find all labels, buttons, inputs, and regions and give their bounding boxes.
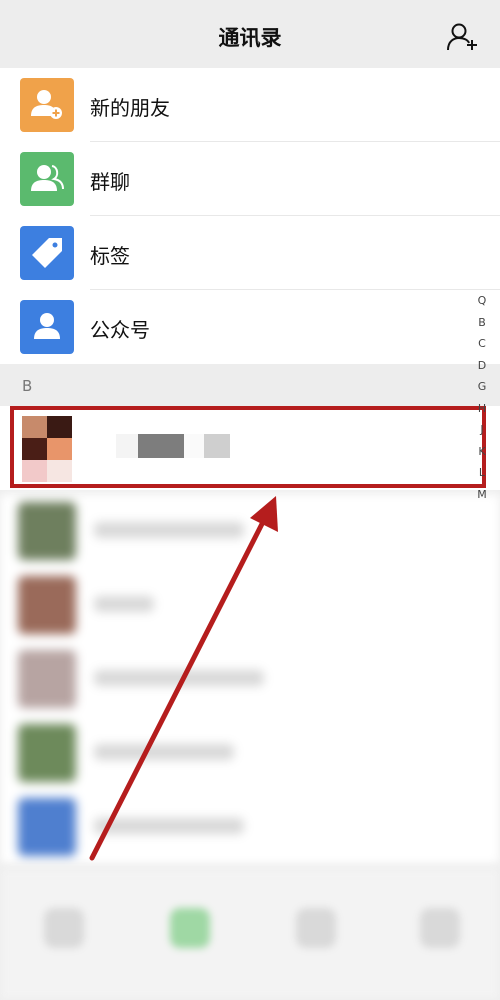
tab-chats-icon[interactable] [44,908,84,948]
index-letter[interactable]: G [472,376,492,398]
index-letter[interactable]: D [472,355,492,377]
index-letter[interactable]: H [472,398,492,420]
index-letter[interactable]: J [472,419,492,441]
tab-bar [0,868,500,1000]
index-letter[interactable]: K [472,441,492,463]
index-letter[interactable]: L [472,462,492,484]
tab-contacts-icon[interactable] [170,908,210,948]
index-letter[interactable]: B [472,312,492,334]
index-letter[interactable]: M [472,484,492,506]
annotation-arrow [89,496,278,861]
index-search[interactable]: Q [472,290,492,312]
tab-discover-icon[interactable] [296,908,336,948]
alphabet-index[interactable]: Q B C D G H J K L M [472,290,492,505]
index-letter[interactable]: C [472,333,492,355]
tab-me-icon[interactable] [420,908,460,948]
